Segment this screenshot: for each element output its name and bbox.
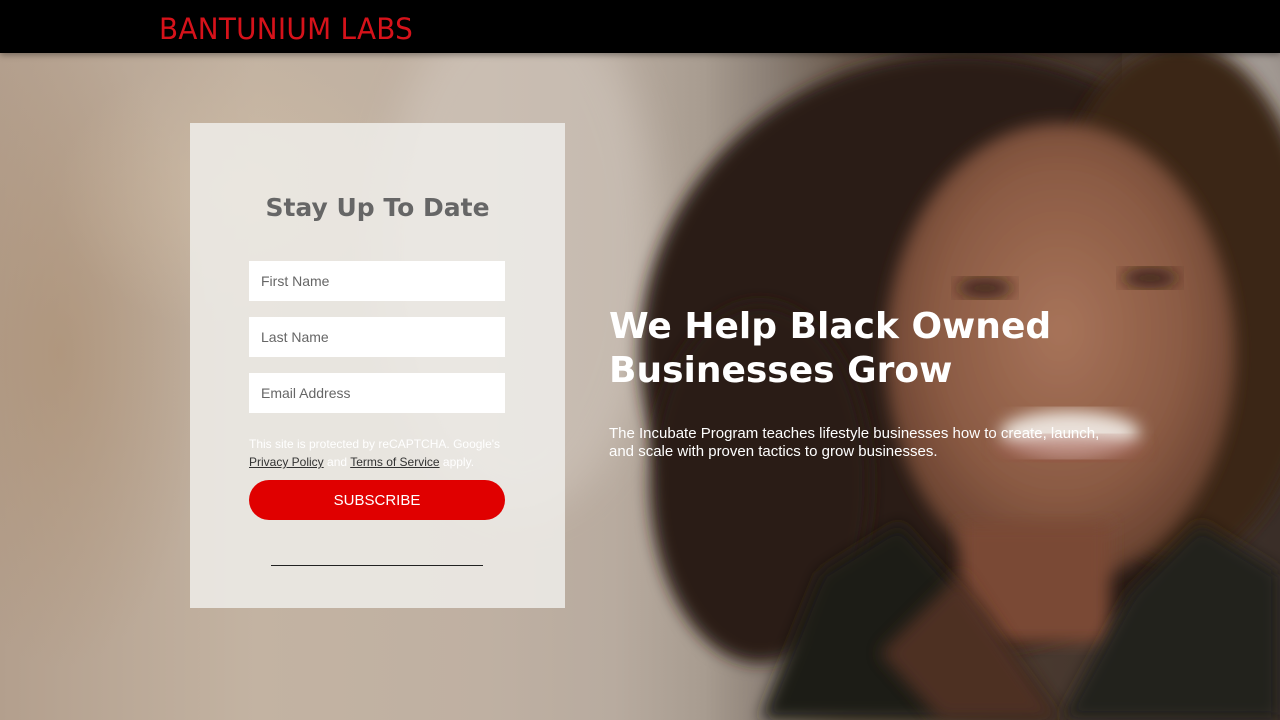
subscribe-form-card: Stay Up To Date This site is protected b… — [190, 123, 565, 608]
email-input[interactable] — [249, 373, 505, 413]
form-divider — [271, 565, 483, 566]
top-navbar: BANTUNIUM LABS — [0, 0, 1280, 53]
apply-text: apply. — [442, 455, 475, 469]
subscribe-button[interactable]: SUBSCRIBE — [249, 480, 505, 520]
and-text: and — [327, 455, 348, 469]
terms-of-service-link[interactable]: Terms of Service — [350, 455, 439, 469]
hero-headline: We Help Black Owned Businesses Grow — [609, 306, 1052, 391]
recaptcha-text: This site is protected by reCAPTCHA. Goo… — [249, 437, 501, 451]
last-name-input[interactable] — [249, 317, 505, 357]
privacy-policy-link[interactable]: Privacy Policy — [249, 455, 324, 469]
first-name-input[interactable] — [249, 261, 505, 301]
recaptcha-notice: This site is protected by reCAPTCHA. Goo… — [249, 435, 509, 471]
brand-logo[interactable]: BANTUNIUM LABS — [159, 12, 413, 46]
form-title: Stay Up To Date — [265, 193, 490, 222]
hero-subtext: The Incubate Program teaches lifestyle b… — [609, 425, 1100, 460]
